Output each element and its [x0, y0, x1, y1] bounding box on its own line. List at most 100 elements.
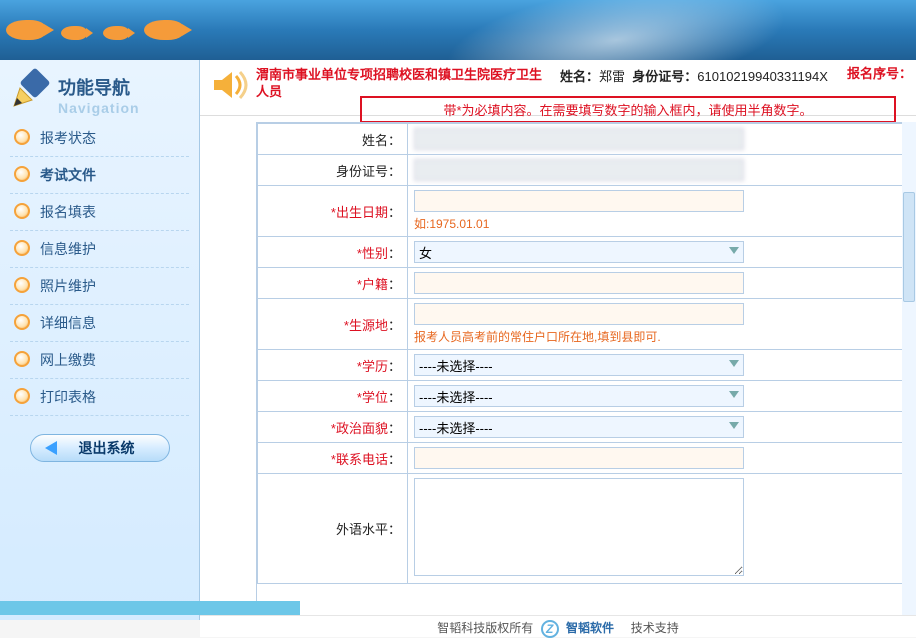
row-name: 姓名： [258, 124, 909, 155]
fish-icon [6, 20, 46, 40]
nav-item-status[interactable]: 报考状态 [10, 120, 189, 157]
row-lang: 外语水平： [258, 474, 909, 584]
label-text: *联系电话 [331, 452, 388, 467]
row-edu: *学历： ----未选择---- [258, 350, 909, 381]
fish-icon [61, 26, 87, 40]
name-readonly [414, 128, 744, 150]
fish-icon [144, 20, 184, 40]
nav-item-label: 信息维护 [40, 241, 96, 257]
birth-input[interactable] [414, 190, 744, 212]
row-birth: *出生日期： 如:1975.01.01 [258, 186, 909, 237]
label-text: *政治面貌 [331, 421, 388, 436]
nav-item-photo[interactable]: 照片维护 [10, 268, 189, 305]
nav-item-label: 报名填表 [40, 204, 96, 220]
nav-title: 功能导航 Navigation [0, 60, 199, 116]
nav-item-detail[interactable]: 详细信息 [10, 305, 189, 342]
main-header: 渭南市事业单位专项招聘校医和镇卫生院医疗卫生人员 姓名：郑雷 身份证号：6101… [200, 60, 916, 116]
fish-icon [103, 26, 129, 40]
phone-input[interactable] [414, 447, 744, 469]
seq-label: 报名序号： [847, 66, 912, 82]
label-text: *出生日期 [331, 205, 388, 220]
birth-hint: 如:1975.01.01 [414, 215, 902, 232]
nav-title-text: 功能导航 [58, 74, 189, 100]
nav-item-label: 报考状态 [40, 130, 96, 146]
origin-input[interactable] [414, 303, 744, 325]
arrow-left-icon [45, 441, 57, 455]
dot-icon [14, 166, 30, 182]
header-banner [0, 0, 916, 60]
lang-textarea[interactable] [414, 478, 744, 576]
support-link[interactable]: 技术支持 [631, 621, 679, 635]
label-text: 外语水平 [336, 522, 388, 537]
id-value: 61010219940331194X [697, 69, 828, 84]
idno-readonly [414, 159, 744, 181]
form-table: 姓名： 身份证号： *出生日期： 如:1975.01.01 *性别： [257, 123, 909, 584]
chevron-down-icon [729, 422, 739, 429]
user-info: 姓名：郑雷 身份证号：61010219940331194X [560, 66, 828, 85]
nav-item-label: 照片维护 [40, 278, 96, 294]
origin-hint: 报考人员高考前的常住户口所在地,填到县即可. [414, 328, 902, 345]
id-label: 身份证号： [632, 69, 697, 84]
select-value: ----未选择---- [419, 418, 493, 437]
chevron-down-icon [729, 391, 739, 398]
form-wrap[interactable]: 姓名： 身份证号： *出生日期： 如:1975.01.01 *性别： [256, 122, 910, 620]
copyright: 智韬科技版权所有 [437, 621, 533, 635]
announcement-title: 渭南市事业单位专项招聘校医和镇卫生院医疗卫生人员 [256, 66, 546, 100]
sidebar: 功能导航 Navigation 报考状态 考试文件 报名填表 信息维护 照片维护… [0, 60, 200, 620]
tip-bar: 带*为必填内容。在需要填写数字的输入框内，请使用半角数字。 [360, 96, 896, 123]
row-phone: *联系电话： [258, 443, 909, 474]
dot-icon [14, 277, 30, 293]
nav-item-label: 详细信息 [40, 315, 96, 331]
name-label: 姓名： [560, 69, 599, 84]
nav-item-label: 网上缴费 [40, 352, 96, 368]
chevron-down-icon [729, 360, 739, 367]
label-text: *户籍 [357, 277, 388, 292]
label-text: *学历 [357, 359, 388, 374]
nav-list: 报考状态 考试文件 报名填表 信息维护 照片维护 详细信息 网上缴费 打印表格 [0, 116, 199, 420]
nav-item-info[interactable]: 信息维护 [10, 231, 189, 268]
row-idno: 身份证号： [258, 155, 909, 186]
name-value: 郑雷 [599, 69, 625, 84]
label-text: *生源地 [344, 318, 388, 333]
row-gender: *性别： 女 [258, 237, 909, 268]
nav-item-form[interactable]: 报名填表 [10, 194, 189, 231]
nav-item-label: 考试文件 [40, 167, 96, 183]
select-value: 女 [419, 243, 432, 262]
politics-select[interactable]: ----未选择---- [414, 416, 744, 438]
nav-item-pay[interactable]: 网上缴费 [10, 342, 189, 379]
nav-item-label: 打印表格 [40, 389, 96, 405]
degree-select[interactable]: ----未选择---- [414, 385, 744, 407]
hukou-input[interactable] [414, 272, 744, 294]
edu-select[interactable]: ----未选择---- [414, 354, 744, 376]
label-text: *学位 [357, 390, 388, 405]
nav-item-print[interactable]: 打印表格 [10, 379, 189, 416]
speaker-icon [210, 68, 250, 102]
label-text: 姓名 [362, 133, 388, 148]
select-value: ----未选择---- [419, 356, 493, 375]
main-panel: 渭南市事业单位专项招聘校医和镇卫生院医疗卫生人员 姓名：郑雷 身份证号：6101… [200, 60, 916, 620]
label-text: *性别 [357, 246, 388, 261]
exit-button[interactable]: 退出系统 [30, 434, 170, 462]
dot-icon [14, 351, 30, 367]
dot-icon [14, 240, 30, 256]
row-origin: *生源地： 报考人员高考前的常住户口所在地,填到县即可. [258, 299, 909, 350]
dot-icon [14, 314, 30, 330]
dot-icon [14, 203, 30, 219]
gender-select[interactable]: 女 [414, 241, 744, 263]
nav-subtitle: Navigation [58, 100, 189, 116]
brand-name: 智韬软件 [566, 621, 614, 635]
dot-icon [14, 388, 30, 404]
label-text: 身份证号 [336, 164, 388, 179]
nav-item-docs[interactable]: 考试文件 [10, 157, 189, 194]
brand-logo-icon: Z [541, 620, 559, 638]
row-degree: *学位： ----未选择---- [258, 381, 909, 412]
chevron-down-icon [729, 247, 739, 254]
scrollbar-thumb[interactable] [903, 192, 915, 302]
exit-button-label: 退出系统 [79, 440, 135, 456]
scrollbar[interactable] [902, 122, 916, 616]
pen-icon [10, 68, 52, 110]
decor-strip [0, 601, 300, 615]
row-politics: *政治面貌： ----未选择---- [258, 412, 909, 443]
row-hukou: *户籍： [258, 268, 909, 299]
dot-icon [14, 129, 30, 145]
